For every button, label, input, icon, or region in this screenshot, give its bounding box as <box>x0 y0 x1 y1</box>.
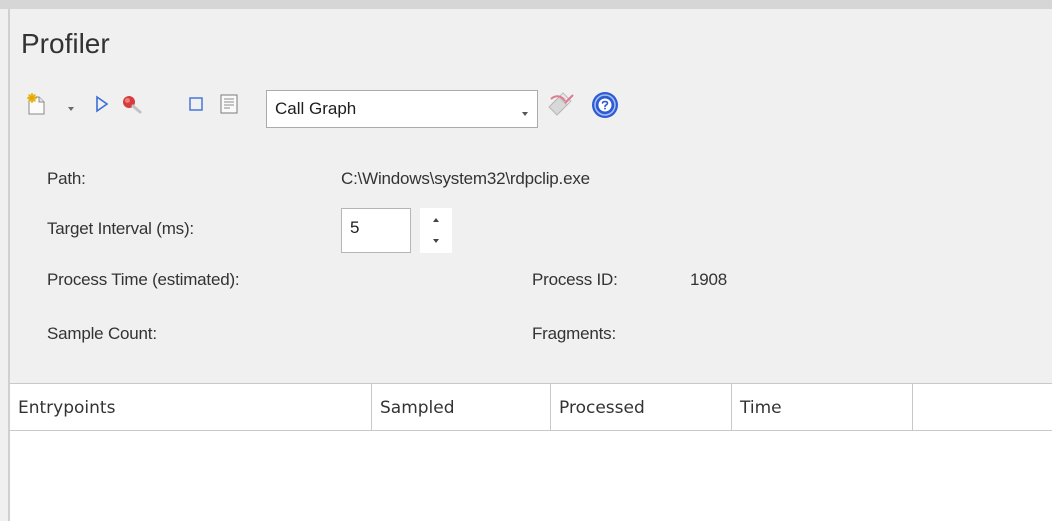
profiler-window: Profiler Call Graph Path: C:\Windows\sys… <box>0 0 1052 521</box>
chevron-down-icon <box>520 105 530 116</box>
table-body[interactable] <box>10 431 1052 521</box>
window-title: Profiler <box>21 28 110 59</box>
chevron-down-icon[interactable] <box>66 100 76 111</box>
process-id-label: Process ID: <box>532 270 618 289</box>
target-interval-label: Target Interval (ms): <box>47 219 194 238</box>
column-header-processed[interactable]: Processed <box>551 384 732 430</box>
spinner-down-icon[interactable] <box>420 231 452 253</box>
new-document-icon[interactable] <box>26 93 48 115</box>
target-interval-value: 5 <box>350 218 360 237</box>
path-value: C:\Windows\system32\rdpclip.exe <box>341 169 590 188</box>
process-time-label: Process Time (estimated): <box>47 270 240 289</box>
process-id-value: 1908 <box>690 270 728 289</box>
sample-count-label: Sample Count: <box>47 324 157 343</box>
help-icon[interactable] <box>590 90 620 120</box>
column-header-filler <box>913 384 1052 430</box>
search-icon[interactable] <box>121 94 143 114</box>
spinner-up-icon[interactable] <box>420 208 452 230</box>
view-select-value: Call Graph <box>275 99 357 118</box>
target-interval-input[interactable]: 5 <box>341 208 411 253</box>
window-top-border <box>0 0 1052 9</box>
play-icon[interactable] <box>95 95 109 113</box>
column-header-sampled[interactable]: Sampled <box>372 384 551 430</box>
column-header-time[interactable]: Time <box>732 384 913 430</box>
report-icon[interactable] <box>219 93 239 115</box>
fragments-label: Fragments: <box>532 324 616 343</box>
column-header-entrypoints[interactable]: Entrypoints <box>10 384 372 430</box>
eraser-icon[interactable] <box>545 89 579 121</box>
entrypoints-table: Entrypoints Sampled Processed Time <box>10 383 1052 521</box>
target-interval-spinner[interactable] <box>420 208 452 253</box>
path-label: Path: <box>47 169 86 188</box>
stop-icon[interactable] <box>188 96 204 112</box>
table-header: Entrypoints Sampled Processed Time <box>10 383 1052 431</box>
view-select[interactable]: Call Graph <box>266 90 538 128</box>
